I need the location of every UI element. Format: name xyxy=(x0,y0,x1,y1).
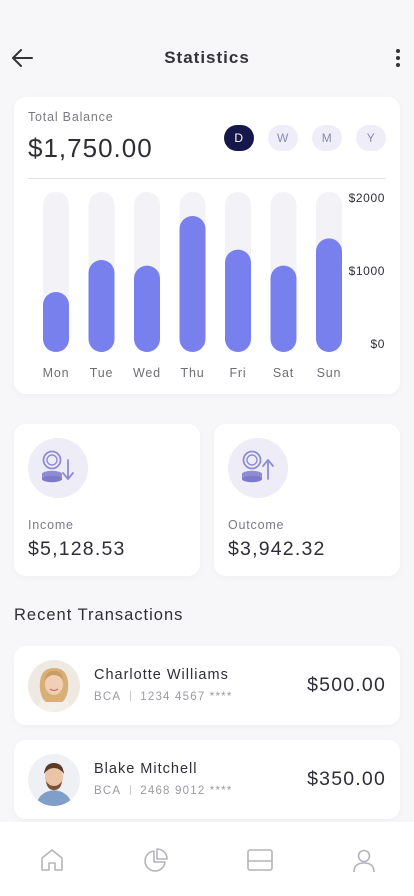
more-vertical-icon[interactable] xyxy=(390,44,406,72)
balance-bar-chart: Mon Tue Wed Thu Fri Sat Sun $2000 $1000 $0 xyxy=(43,191,385,380)
avatar xyxy=(28,754,80,806)
coins-up-icon xyxy=(228,438,288,498)
bar xyxy=(225,249,251,352)
transaction-account: BCA 2468 9012 **** xyxy=(94,785,233,797)
transaction-amount: $500.00 xyxy=(307,674,386,696)
bar xyxy=(134,265,160,352)
bar xyxy=(316,238,342,352)
bar xyxy=(270,265,297,352)
transaction-account: BCA 1234 4567 **** xyxy=(94,691,233,703)
income-card[interactable]: Income $5,128.53 xyxy=(14,424,200,576)
profile-icon[interactable] xyxy=(350,846,378,874)
x-tick-label: Wed xyxy=(133,366,161,380)
y-tick-label: $1000 xyxy=(349,264,385,278)
bar xyxy=(179,216,206,352)
outcome-value: $3,942.32 xyxy=(228,538,326,560)
account-number: 2468 9012 **** xyxy=(140,785,233,797)
transaction-name: Charlotte Williams xyxy=(94,667,229,683)
bank-name: BCA xyxy=(94,785,122,797)
app-header: Statistics xyxy=(0,30,414,86)
balance-card: Total Balance $1,750.00 D W M Y Mon Tue We… xyxy=(14,97,400,394)
transaction-amount: $350.00 xyxy=(307,768,386,790)
pie-chart-icon[interactable] xyxy=(142,846,170,874)
income-value: $5,128.53 xyxy=(28,538,126,560)
outcome-card[interactable]: Outcome $3,942.32 xyxy=(214,424,400,576)
x-tick-label: Sun xyxy=(317,366,342,380)
bar xyxy=(43,292,69,352)
home-icon[interactable] xyxy=(38,846,66,874)
page-title: Statistics xyxy=(164,48,250,67)
x-tick-label: Thu xyxy=(181,366,205,380)
y-tick-label: $0 xyxy=(370,337,385,351)
x-tick-label: Fri xyxy=(230,366,247,380)
transaction-name: Blake Mitchell xyxy=(94,761,198,777)
avatar xyxy=(28,660,80,712)
separator xyxy=(130,785,132,795)
separator xyxy=(130,691,132,701)
card-icon[interactable] xyxy=(246,846,274,874)
account-number: 1234 4567 **** xyxy=(140,691,233,703)
x-tick-label: Mon xyxy=(43,366,70,380)
x-tick-label: Sat xyxy=(273,366,294,380)
recent-transactions-title: Recent Transactions xyxy=(14,606,184,624)
transaction-row[interactable]: Blake Mitchell BCA 2468 9012 **** $350.00 xyxy=(14,740,400,819)
bar xyxy=(88,260,115,352)
coins-down-icon xyxy=(28,438,88,498)
income-label: Income xyxy=(28,518,74,532)
transaction-row[interactable]: Charlotte Williams BCA 1234 4567 **** $50… xyxy=(14,646,400,725)
bank-name: BCA xyxy=(94,691,122,703)
x-tick-label: Tue xyxy=(90,366,113,380)
bottom-tab-bar xyxy=(0,822,414,896)
y-tick-label: $2000 xyxy=(349,191,385,205)
outcome-label: Outcome xyxy=(228,518,285,532)
